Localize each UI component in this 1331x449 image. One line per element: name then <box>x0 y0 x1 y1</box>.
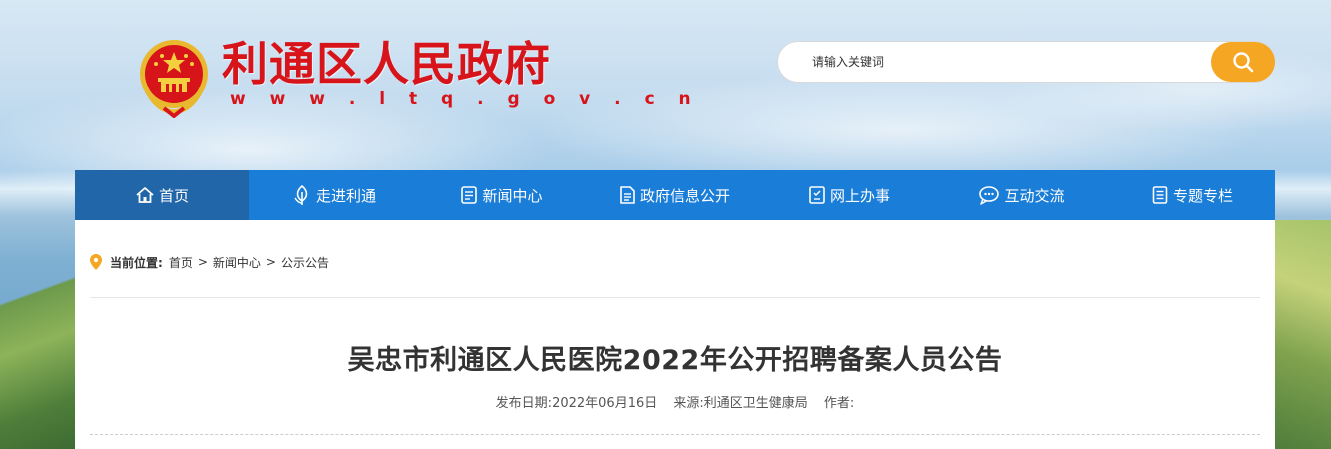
source-label: 来源: <box>673 396 704 411</box>
nav-item-label: 互动交流 <box>1004 186 1065 205</box>
form-icon <box>809 186 825 204</box>
divider <box>90 297 1260 298</box>
search-button[interactable] <box>1211 42 1275 82</box>
publish-date-value: 2022年06月16日 <box>552 396 658 411</box>
publish-date: 发布日期:2022年06月16日 <box>496 396 658 411</box>
breadcrumb-separator: > <box>197 255 208 269</box>
home-icon <box>136 187 154 203</box>
site-url: w w w . l t q . g o v . c n <box>230 89 700 109</box>
news-icon <box>461 186 478 204</box>
source: 来源:利通区卫生健康局 <box>673 396 807 411</box>
nav-item-label: 新闻中心 <box>482 186 543 205</box>
landscape-left <box>0 210 80 449</box>
leaf-icon <box>294 184 308 205</box>
document-list-icon <box>620 186 635 204</box>
landscape-right <box>1271 220 1331 449</box>
topic-icon <box>1152 186 1168 204</box>
author-label: 作者: <box>823 396 855 411</box>
nav-item-topics[interactable]: 专题专栏 <box>1109 170 1275 220</box>
nav-item-interaction[interactable]: 互动交流 <box>934 170 1109 220</box>
author: 作者: <box>824 396 854 411</box>
search-box <box>777 41 1275 83</box>
nav-item-label: 首页 <box>158 186 189 205</box>
dashed-divider <box>90 434 1260 435</box>
publish-date-label: 发布日期: <box>495 396 553 411</box>
nav-item-label: 政府信息公开 <box>639 186 730 205</box>
chat-icon <box>979 186 1000 205</box>
breadcrumb-notices[interactable]: 公示公告 <box>281 254 329 271</box>
nav-item-label: 网上办事 <box>829 186 890 205</box>
nav-item-home[interactable]: 首页 <box>75 170 249 220</box>
breadcrumb-separator: > <box>265 255 276 269</box>
breadcrumb-label: 当前位置: <box>110 255 163 270</box>
national-emblem-icon[interactable] <box>136 38 212 119</box>
site-title[interactable]: 利通区人民政府 <box>222 36 551 92</box>
main-nav: 首页 走进利通 新闻中心 政府信息公开 网上办事 互动交流 专题专栏 <box>75 170 1275 220</box>
search-icon <box>1233 52 1254 73</box>
nav-item-online-service[interactable]: 网上办事 <box>764 170 934 220</box>
nav-item-label: 走进利通 <box>315 186 376 205</box>
nav-item-label: 专题专栏 <box>1172 186 1233 205</box>
breadcrumb-home[interactable]: 首页 <box>169 254 193 271</box>
nav-item-news[interactable]: 新闻中心 <box>419 170 584 220</box>
content-panel: 当前位置: 首页 > 新闻中心 > 公示公告 吴忠市利通区人民医院2022年公开… <box>75 220 1275 449</box>
source-value: 利通区卫生健康局 <box>703 396 808 411</box>
article-meta: 发布日期:2022年06月16日 来源:利通区卫生健康局 作者: <box>75 392 1275 411</box>
search-input[interactable] <box>812 42 1202 82</box>
nav-item-gov-info[interactable]: 政府信息公开 <box>584 170 764 220</box>
breadcrumb-news[interactable]: 新闻中心 <box>213 254 261 271</box>
location-pin-icon <box>90 254 102 270</box>
nav-item-about[interactable]: 走进利通 <box>249 170 419 220</box>
article-title: 吴忠市利通区人民医院2022年公开招聘备案人员公告 <box>347 345 1003 376</box>
breadcrumb: 当前位置: 首页 > 新闻中心 > 公示公告 <box>90 252 329 272</box>
